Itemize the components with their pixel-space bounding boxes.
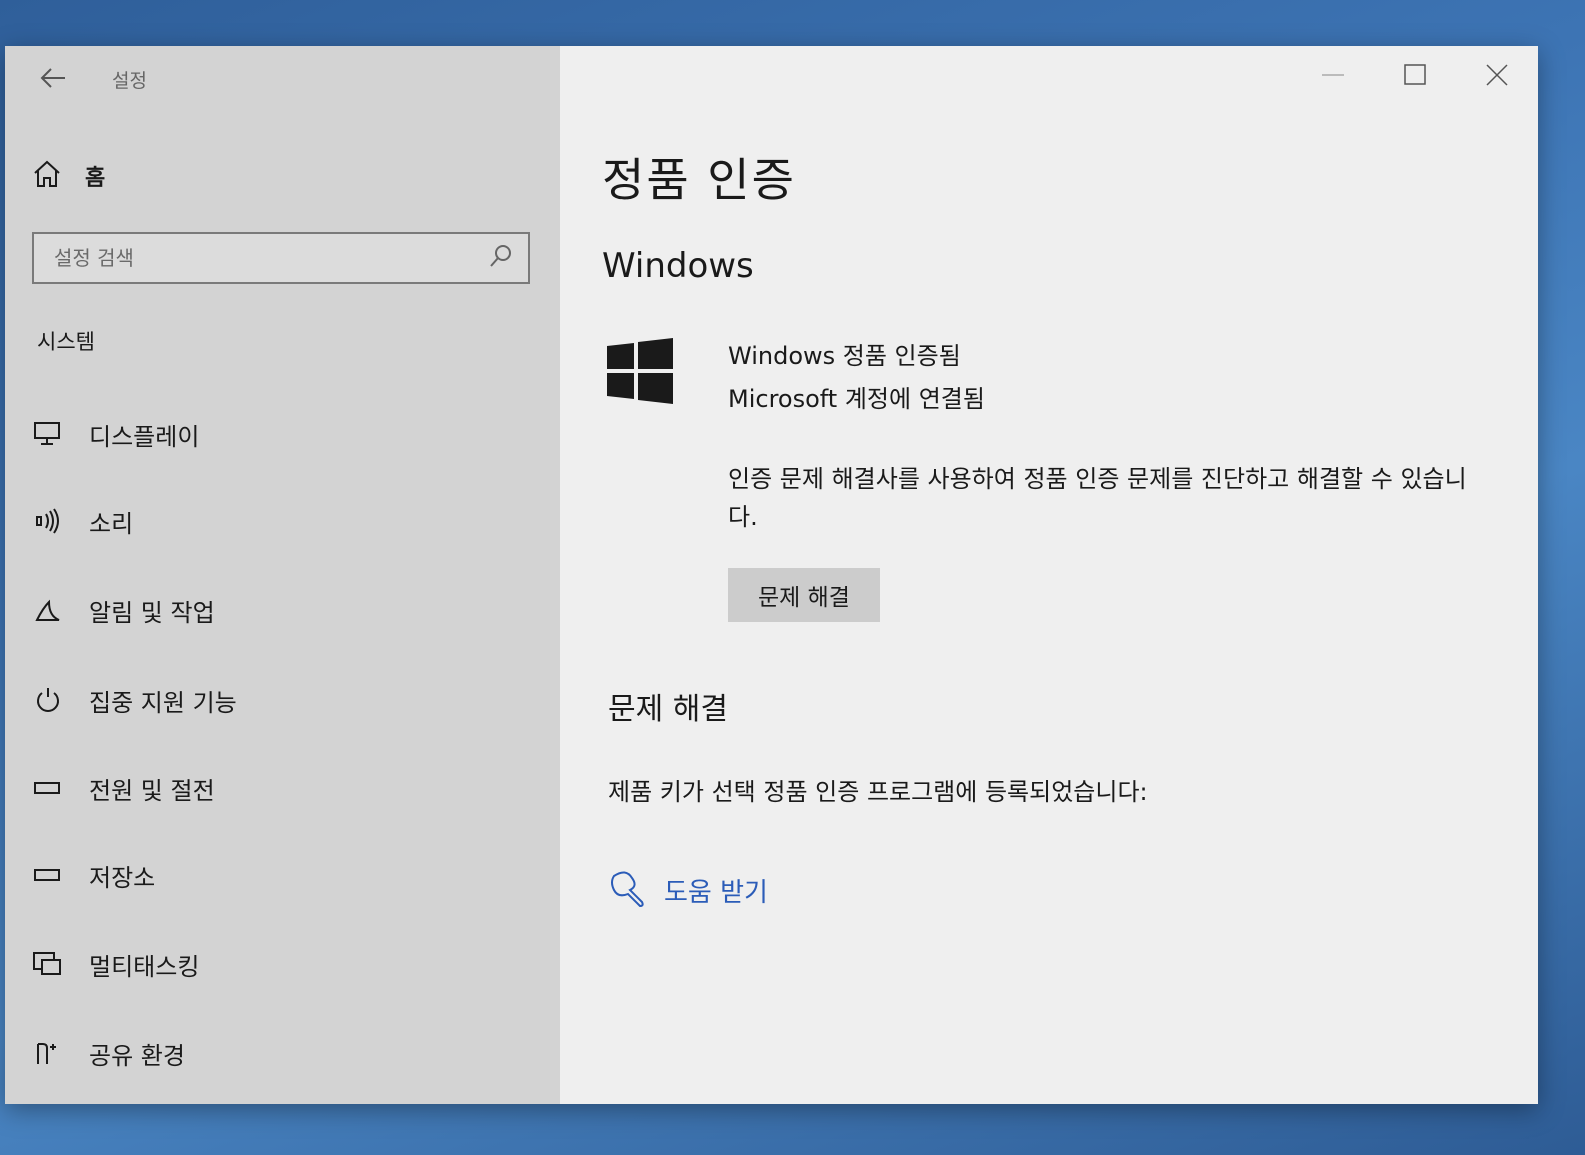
- get-help-label: 도움 받기: [664, 877, 768, 908]
- back-button[interactable]: [35, 60, 71, 96]
- window-controls: [1292, 46, 1538, 104]
- close-button[interactable]: [1456, 46, 1538, 104]
- app-title: 설정: [112, 70, 147, 92]
- close-icon: [1486, 64, 1508, 86]
- sidebar-item-label: 공유 환경: [89, 1041, 185, 1070]
- sidebar-item-label: 멀티태스킹: [89, 952, 200, 981]
- minimize-button[interactable]: [1292, 46, 1374, 104]
- sidebar-item-label: 전원 및 절전: [89, 776, 215, 805]
- help-icon: [608, 868, 650, 912]
- sidebar-item-shared-experiences[interactable]: 공유 환경: [31, 1031, 185, 1075]
- content-pane: 정품 인증 Windows Windows 정품 인증됨 Microsoft 계…: [560, 46, 1538, 1104]
- sidebar-item-notifications[interactable]: 알림 및 작업: [31, 588, 215, 632]
- sidebar-item-display[interactable]: 디스플레이: [31, 412, 199, 456]
- search-box: [32, 232, 530, 284]
- maximize-icon: [1404, 64, 1426, 85]
- minimize-icon: [1322, 74, 1344, 76]
- multitasking-icon: [31, 947, 65, 981]
- account-status: Microsoft 계정에 연결됨: [728, 385, 985, 413]
- sidebar-item-focus-assist[interactable]: 집중 지원 기능: [31, 678, 237, 722]
- shared-experiences-icon: [31, 1036, 65, 1070]
- monitor-icon: [31, 417, 65, 451]
- settings-window: 설정 홈 시스템: [5, 46, 1538, 1104]
- troubleshoot-description: 인증 문제 해결사를 사용하여 정품 인증 문제를 진단하고 해결할 수 있습니…: [728, 465, 1467, 531]
- section-title-troubleshoot: 문제 해결: [608, 692, 728, 727]
- speaker-icon: [31, 504, 65, 538]
- windows-logo-icon: [607, 336, 673, 410]
- storage-icon: [31, 858, 65, 892]
- info-text: 제품 키가 선택 정품 인증 프로그램에 등록되었습니다:: [608, 778, 1148, 806]
- home-label: 홈: [85, 166, 106, 191]
- sidebar-item-label: 디스플레이: [89, 422, 200, 451]
- sidebar-item-sound[interactable]: 소리: [31, 499, 133, 543]
- focus-assist-icon: [31, 683, 65, 717]
- notification-icon: [31, 593, 65, 627]
- sidebar-item-power[interactable]: 전원 및 절전: [31, 766, 215, 810]
- page-title: 정품 인증: [602, 153, 796, 207]
- search-icon[interactable]: [488, 243, 514, 273]
- sidebar: 설정 홈 시스템: [5, 46, 560, 1104]
- sidebar-item-label: 소리: [89, 509, 134, 538]
- section-title-windows: Windows: [602, 246, 754, 286]
- sidebar-item-multitasking[interactable]: 멀티태스킹: [31, 942, 199, 986]
- activation-status: Windows 정품 인증됨: [728, 342, 961, 370]
- sidebar-item-storage[interactable]: 저장소: [31, 853, 155, 897]
- power-icon: [31, 771, 65, 805]
- sidebar-item-home[interactable]: 홈: [31, 156, 105, 196]
- get-help-link[interactable]: 도움 받기: [608, 868, 768, 912]
- sidebar-item-label: 집중 지원 기능: [89, 688, 237, 717]
- home-icon: [31, 159, 63, 193]
- back-arrow-icon: [40, 68, 65, 88]
- troubleshoot-button[interactable]: 문제 해결: [728, 568, 880, 622]
- search-input[interactable]: [52, 245, 488, 271]
- maximize-button[interactable]: [1374, 46, 1456, 104]
- sidebar-item-label: 알림 및 작업: [89, 598, 215, 627]
- section-label: 시스템: [37, 330, 95, 354]
- sidebar-item-label: 저장소: [89, 863, 156, 892]
